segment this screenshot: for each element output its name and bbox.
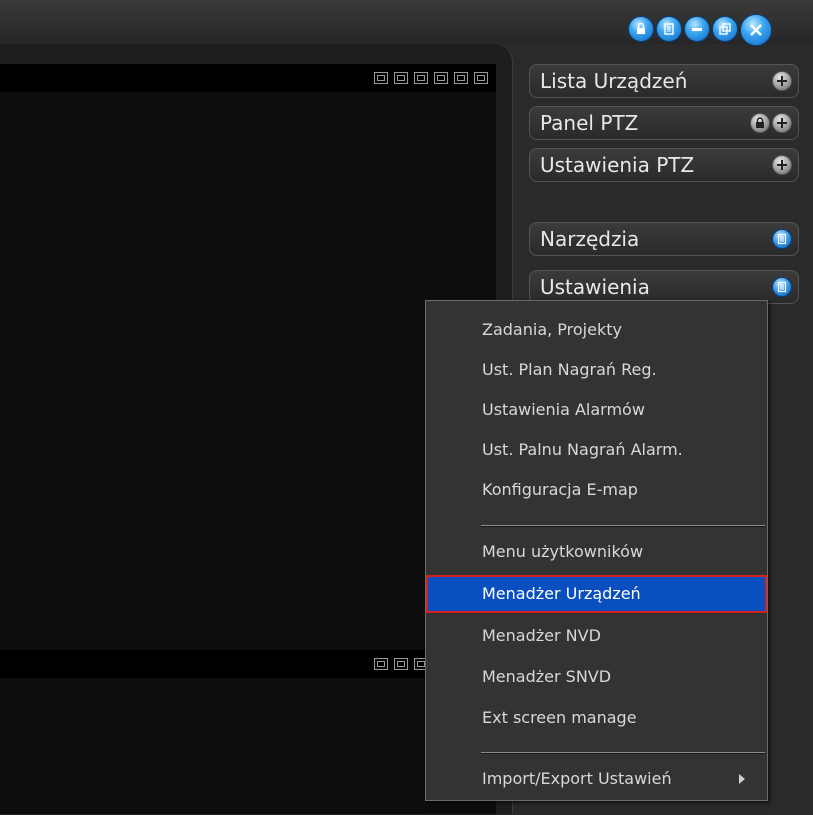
list-icon[interactable] bbox=[772, 277, 792, 297]
menu-item-user-menu[interactable]: Menu użytkowników bbox=[426, 533, 767, 571]
menu-item-alarm-settings[interactable]: Ustawienia Alarmów bbox=[426, 391, 767, 429]
list-icon[interactable] bbox=[772, 229, 792, 249]
video-channel-1[interactable] bbox=[0, 92, 496, 679]
submenu-arrow-icon bbox=[739, 774, 745, 784]
sidebar-item-label: Ustawienia PTZ bbox=[540, 153, 695, 177]
lock-icon[interactable] bbox=[628, 16, 654, 42]
menu-separator bbox=[481, 752, 765, 754]
talk-icon[interactable] bbox=[434, 72, 448, 84]
sidebar-item-tools[interactable]: Narzędzia bbox=[529, 222, 799, 256]
sidebar-item-ptz-panel[interactable]: Panel PTZ bbox=[529, 106, 799, 140]
layout-icon[interactable] bbox=[394, 658, 408, 670]
lock-icon[interactable] bbox=[750, 113, 770, 133]
audio-icon[interactable] bbox=[454, 72, 468, 84]
menu-item-snvd-manager[interactable]: Menadżer SNVD bbox=[426, 658, 767, 696]
sidebar-item-label: Ustawienia bbox=[540, 275, 650, 299]
title-bar bbox=[0, 0, 813, 46]
video-toolbar-1 bbox=[0, 64, 496, 92]
video-toolbar-2 bbox=[0, 650, 496, 678]
sidebar-item-device-list[interactable]: Lista Urządzeń bbox=[529, 64, 799, 98]
plus-icon[interactable] bbox=[772, 71, 792, 91]
sidebar-item-label: Lista Urządzeń bbox=[540, 69, 688, 93]
menu-item-nvd-manager[interactable]: Menadżer NVD bbox=[426, 617, 767, 655]
layout-icon[interactable] bbox=[394, 72, 408, 84]
video-channel-2[interactable] bbox=[0, 678, 496, 815]
snapshot-icon[interactable] bbox=[374, 72, 388, 84]
minimize-icon[interactable] bbox=[684, 16, 710, 42]
menu-item-emap-config[interactable]: Konfiguracja E-map bbox=[426, 471, 767, 509]
context-menu: Zadania, Projekty Ust. Plan Nagrań Reg. … bbox=[425, 300, 768, 801]
sidebar-item-label: Panel PTZ bbox=[540, 111, 639, 135]
menu-item-recording-plan[interactable]: Ust. Plan Nagrań Reg. bbox=[426, 351, 767, 389]
list-icon[interactable] bbox=[656, 16, 682, 42]
menu-item-device-manager[interactable]: Menadżer Urządzeń bbox=[426, 575, 767, 613]
menu-separator bbox=[481, 525, 765, 527]
menu-item-tasks-projects[interactable]: Zadania, Projekty bbox=[426, 311, 767, 349]
close-channel-icon[interactable] bbox=[474, 72, 488, 84]
menu-item-ext-screen-manage[interactable]: Ext screen manage bbox=[426, 699, 767, 737]
restore-icon[interactable] bbox=[712, 16, 738, 42]
plus-icon[interactable] bbox=[772, 155, 792, 175]
record-icon[interactable] bbox=[414, 72, 428, 84]
plus-icon[interactable] bbox=[772, 113, 792, 133]
sidebar-item-settings[interactable]: Ustawienia bbox=[529, 270, 799, 304]
sidebar-item-ptz-settings[interactable]: Ustawienia PTZ bbox=[529, 148, 799, 182]
close-icon[interactable] bbox=[740, 14, 772, 46]
menu-item-alarm-recording-plan[interactable]: Ust. Palnu Nagrań Alarm. bbox=[426, 431, 767, 469]
menu-item-label: Import/Export Ustawień bbox=[482, 769, 672, 788]
menu-item-import-export[interactable]: Import/Export Ustawień bbox=[426, 760, 767, 798]
snapshot-icon[interactable] bbox=[374, 658, 388, 670]
sidebar-item-label: Narzędzia bbox=[540, 227, 640, 251]
